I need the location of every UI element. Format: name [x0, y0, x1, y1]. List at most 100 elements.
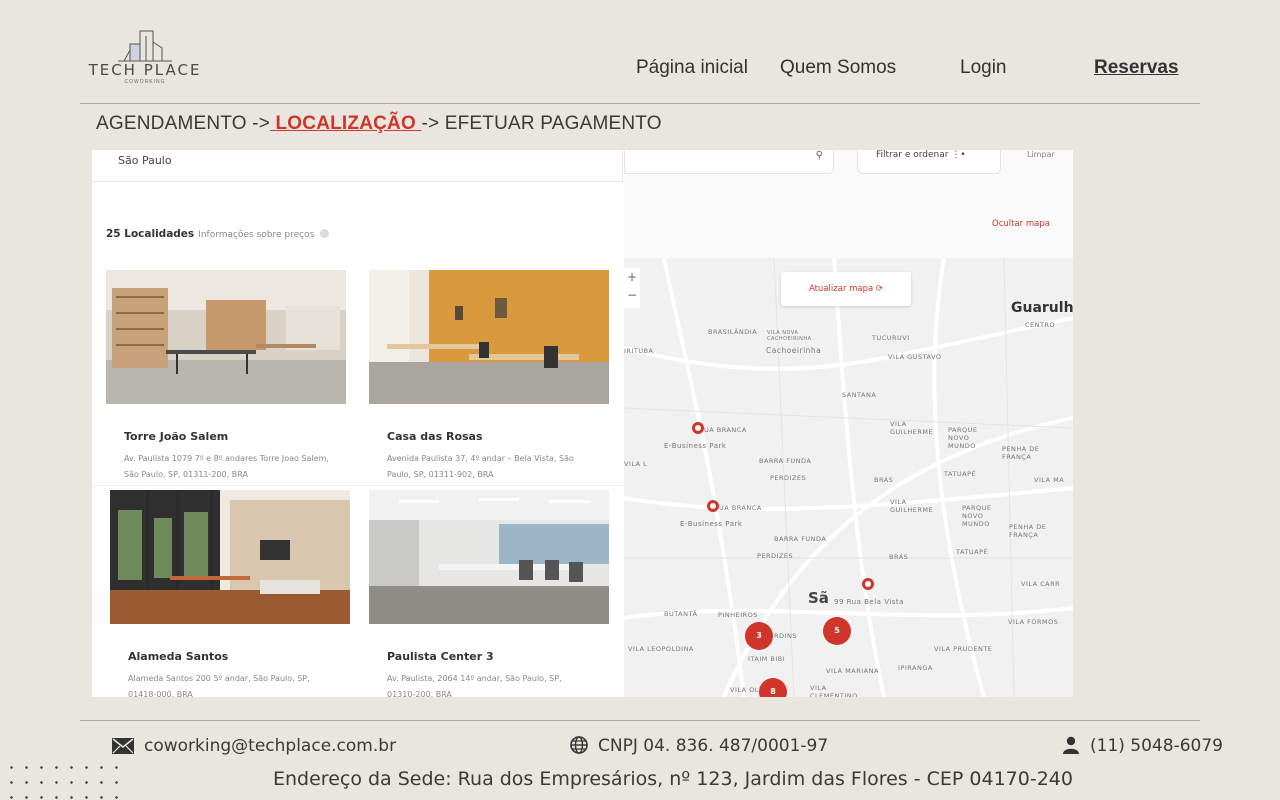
location-card[interactable]: Alameda Santos Alameda Santos 200 5º and… — [110, 490, 350, 697]
map-label: BRASILÂNDIA — [708, 328, 758, 336]
footer-phone-text: (11) 5048-6079 — [1090, 736, 1223, 756]
map-label: PINHEIROS — [718, 611, 758, 619]
map-label: VILA GUSTAVO — [888, 353, 942, 361]
footer-cnpj-text: CNPJ 04. 836. 487/0001-97 — [598, 736, 829, 756]
map-cluster-marker[interactable]: 3 — [745, 622, 773, 650]
locations-count-label: 25 Localidades — [106, 228, 195, 240]
location-address: Alameda Santos 200 5º andar, São Paulo, … — [128, 674, 310, 697]
location-search-box[interactable]: São Paulo — [92, 150, 623, 182]
map-label: VILA CARR — [1021, 580, 1061, 588]
map-label: UA BRANCA — [719, 504, 762, 512]
footer-phone[interactable]: (11) 5048-6079 — [1062, 736, 1223, 756]
location-photo — [369, 490, 609, 624]
nav-home[interactable]: Página inicial — [636, 57, 748, 79]
footer-divider — [80, 720, 1200, 721]
map-label: BRÁS — [889, 553, 909, 561]
map-label: BARRA FUNDA — [774, 535, 827, 543]
clear-filters-link[interactable]: Limpar — [1027, 150, 1055, 159]
location-photo — [106, 270, 346, 404]
location-search-value: São Paulo — [118, 154, 172, 167]
map-label: Sã — [808, 589, 829, 607]
map-label: TATUAPÉ — [944, 470, 977, 478]
breadcrumb-step-scheduling[interactable]: AGENDAMENTO -> — [96, 113, 270, 134]
filter-sort-label: Filtrar e ordenar — [876, 150, 949, 160]
location-card[interactable]: Torre João Salem Av. Paulista 1079 7º e … — [106, 270, 346, 483]
map-label: VILA GUILHERME — [890, 420, 934, 436]
nav-login[interactable]: Login — [960, 57, 1007, 79]
map-label: E-Business Park — [680, 520, 743, 528]
map-label: CENTRO — [1025, 321, 1056, 329]
refresh-icon: ⟳ — [875, 284, 884, 294]
map-label: VILA LEOPOLDINA — [628, 645, 694, 653]
map-toolbar: ⚲ Filtrar e ordenar ⋮• Limpar Ocultar ma… — [624, 150, 1073, 258]
map-label: SANTANA — [842, 391, 877, 399]
hide-map-link[interactable]: Ocultar mapa — [992, 219, 1050, 229]
locations-list-pane: São Paulo 25 Localidades Informações sobr… — [92, 150, 624, 697]
filter-sort-button[interactable]: Filtrar e ordenar ⋮• — [857, 150, 1001, 174]
location-name: Paulista Center 3 — [387, 650, 494, 663]
brand-logo[interactable]: TECH PLACE COWORKING — [84, 28, 206, 88]
map-pin-icon[interactable] — [692, 422, 704, 434]
location-name: Torre João Salem — [124, 430, 229, 443]
map-label: IPIRANGA — [898, 664, 933, 672]
map-label: PENHA DE FRANÇA — [1002, 445, 1040, 461]
info-icon[interactable] — [320, 229, 330, 238]
nav-reservations[interactable]: Reservas — [1094, 57, 1179, 79]
map-zoom-control[interactable]: + − — [624, 268, 640, 308]
map-label: VILA PRUDENTE — [934, 645, 993, 653]
map-label: Cachoeirinha — [766, 346, 822, 355]
footer-email[interactable]: coworking@techplace.com.br — [112, 736, 396, 756]
map-label: 99 Rua Bela Vista — [834, 598, 904, 606]
mail-icon — [112, 738, 134, 754]
globe-icon — [570, 736, 588, 754]
search-icon[interactable]: ⚲ — [816, 150, 823, 161]
map-label: VILA L — [624, 460, 648, 468]
footer-address: Endereço da Sede: Rua dos Empresários, n… — [273, 768, 1073, 790]
locations-map[interactable]: + − Atualizar mapa ⟳ Guarulh CENTRO BRASI… — [624, 258, 1073, 697]
locations-count: 25 Localidades Informações sobre preços — [106, 228, 330, 240]
map-label: TATUAPÉ — [956, 548, 989, 556]
breadcrumb-step-location[interactable]: LOCALIZAÇÃO — [270, 113, 421, 134]
location-card[interactable]: Paulista Center 3 Av. Paulista, 2064 14º… — [369, 490, 609, 697]
map-label: UA BRANCA — [704, 426, 747, 434]
location-address: Avenida Paulista 37, 4º andar – Bela Vis… — [387, 454, 574, 479]
map-label: BRÁS — [874, 476, 894, 484]
map-cluster-marker[interactable]: 5 — [823, 617, 851, 645]
update-map-button[interactable]: Atualizar mapa ⟳ — [781, 272, 911, 306]
decorative-dots — [4, 760, 130, 800]
nav-about[interactable]: Quem Somos — [780, 57, 896, 79]
map-label: VILA OLÍ — [730, 686, 762, 694]
map-label: BUTANTÃ — [664, 610, 698, 618]
cards-divider — [92, 485, 624, 486]
logo-building-icon — [118, 30, 172, 62]
map-label: PENHA DE FRANÇA — [1009, 523, 1047, 539]
update-map-label: Atualizar mapa — [808, 284, 874, 294]
map-pane: ⚲ Filtrar e ordenar ⋮• Limpar Ocultar ma… — [624, 150, 1073, 697]
map-label: VILA MA — [1034, 476, 1065, 484]
location-name: Casa das Rosas — [387, 430, 483, 443]
map-label: PARQUE NOVO MUNDO — [948, 426, 978, 450]
map-label: VILA FORMOS — [1008, 618, 1059, 626]
map-pin-icon[interactable] — [707, 500, 719, 512]
header-divider — [80, 103, 1200, 104]
map-label: IRITUBA — [624, 347, 654, 355]
location-photo — [110, 490, 350, 624]
map-label: ITAIM BIBI — [748, 655, 786, 663]
map-pin-icon[interactable] — [862, 578, 874, 590]
map-label: Guarulh — [1011, 300, 1073, 316]
location-card[interactable]: Casa das Rosas Avenida Paulista 37, 4º a… — [369, 270, 609, 483]
map-label: E-Business Park — [664, 442, 727, 450]
map-label: VILA GUILHERME — [890, 498, 934, 514]
breadcrumb-step-payment[interactable]: -> EFETUAR PAGAMENTO — [421, 113, 661, 134]
map-search-box[interactable]: ⚲ — [624, 150, 834, 174]
filter-icon: ⋮• — [951, 150, 966, 160]
footer-email-text: coworking@techplace.com.br — [144, 736, 397, 756]
map-label: PARQUE NOVO MUNDO — [962, 504, 992, 528]
map-label: RDINS — [774, 632, 797, 640]
map-label: PERDIZES — [757, 552, 794, 560]
location-photo — [369, 270, 609, 404]
breadcrumb: AGENDAMENTO -> LOCALIZAÇÃO -> EFETUAR PA… — [96, 113, 662, 135]
price-info-link[interactable]: Informações sobre preços — [198, 230, 314, 240]
map-label: TUCURUVI — [872, 334, 910, 342]
brand-name: TECH PLACE — [88, 61, 202, 79]
